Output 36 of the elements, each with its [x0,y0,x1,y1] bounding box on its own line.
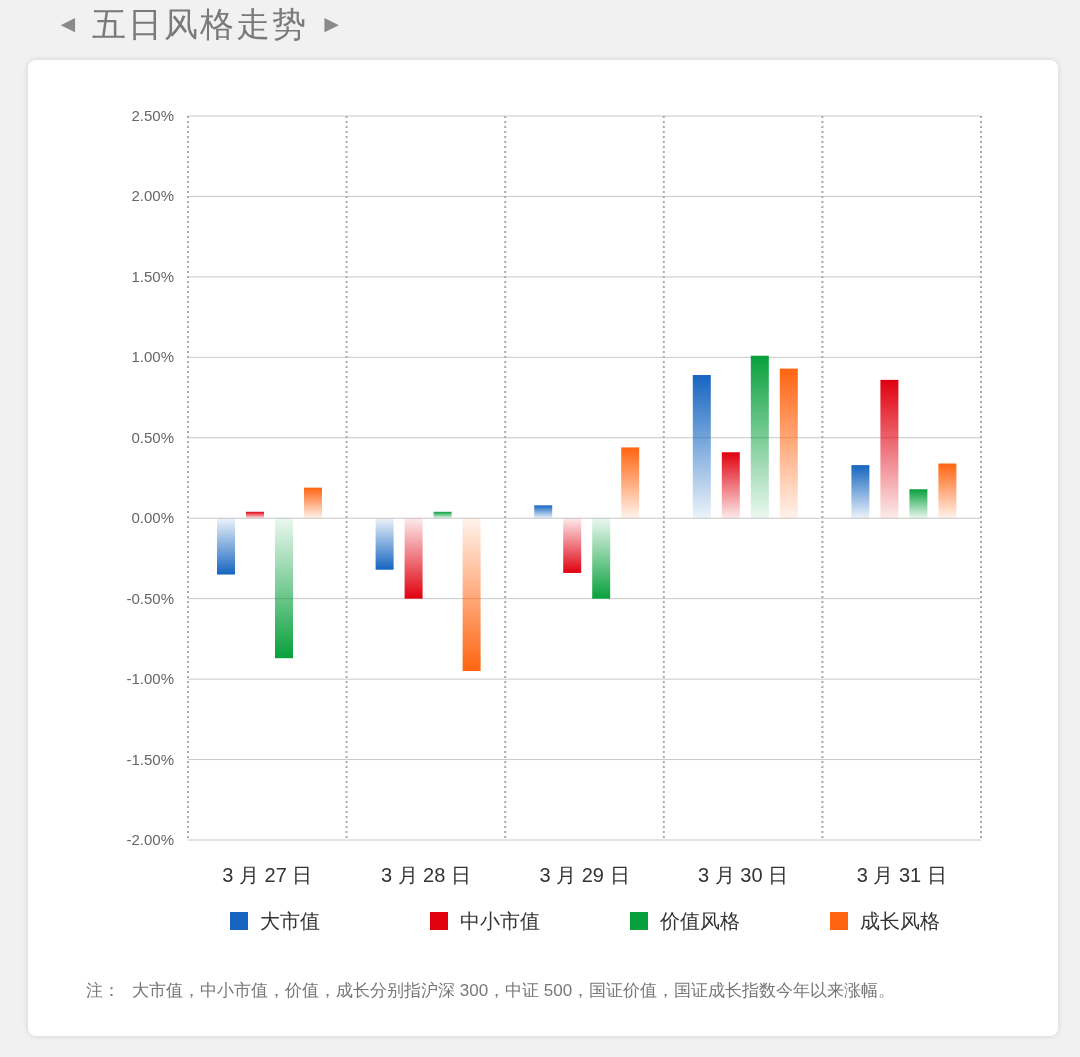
legend-label: 中小市值 [460,909,540,934]
axis-label: -1.50% [126,750,174,768]
axis-label: 3 月 30 日 [698,864,789,886]
legend-label: 成长风格 [860,909,940,934]
bar [534,505,553,519]
axis-label: -2.00% [126,831,174,848]
axis-label: 1.50% [131,267,174,285]
bar [909,489,928,519]
note-label: 注： [86,980,120,1002]
bar [304,487,322,519]
note-text: 大市值，中小市值，价值，成长分别指沪深 300，中证 500，国证价值，国证成长指数今年以来涨幅。 [132,980,896,1002]
bar [563,518,582,573]
axis-label: 3 月 27 日 [222,864,313,886]
right-arrow[interactable]: ► [319,6,344,42]
axis-label: -1.00% [126,670,174,688]
bar [375,518,394,570]
bar [621,447,640,519]
axis-label: -0.50% [126,589,174,607]
bar [938,463,957,519]
bar [217,518,235,575]
legend-label: 大市值 [260,909,320,934]
page-title: 五日风格走势 [91,3,308,45]
bar [433,511,452,519]
axis-label: 3 月 28 日 [380,864,471,886]
axis-label: 0.00% [131,509,174,527]
axis-label: 2.50% [131,107,174,124]
bar [851,465,870,519]
axis-label: 3 月 29 日 [539,864,630,886]
bar [246,511,264,519]
axis-label: 1.00% [131,348,174,366]
bar [721,452,740,519]
legend-label: 价值风格 [660,909,740,934]
axis-label: 2.00% [131,187,174,205]
left-arrow[interactable]: ◄ [56,6,80,42]
axis-label: 0.50% [131,428,174,446]
axis-label: 3 月 31 日 [856,864,947,886]
